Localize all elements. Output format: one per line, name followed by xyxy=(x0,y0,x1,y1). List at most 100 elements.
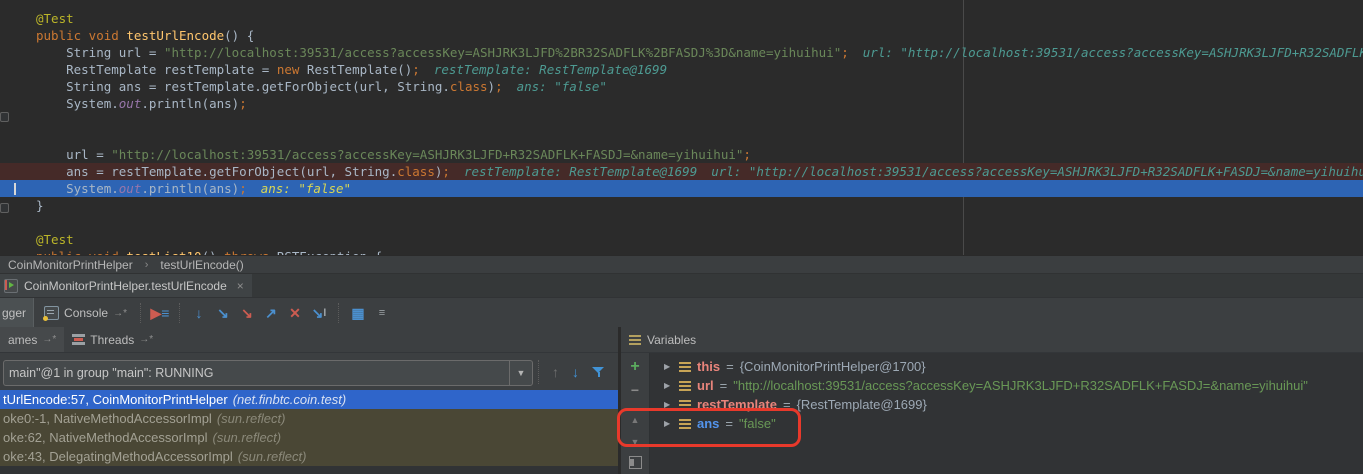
remove-watch-icon[interactable]: − xyxy=(621,382,649,398)
close-icon[interactable]: × xyxy=(237,279,244,293)
stack-frame-row[interactable]: oke:43, DelegatingMethodAccessorImpl(sun… xyxy=(0,447,618,466)
fold-marker-icon[interactable] xyxy=(0,112,9,122)
code-token: ans = restTemplate.getForObject(url, Str… xyxy=(66,164,397,179)
thread-selector[interactable]: main"@1 in group "main": RUNNING ▼ xyxy=(3,360,533,386)
breadcrumb-separator-icon: › xyxy=(145,259,149,271)
tab-threads[interactable]: Threads →* xyxy=(64,327,161,352)
expand-arrow-icon[interactable]: ▶ xyxy=(664,362,673,371)
code-line[interactable]: System.out.println(ans); xyxy=(0,95,1363,112)
layout-settings-icon[interactable]: ≡ xyxy=(370,301,394,325)
toolbar-separator xyxy=(538,360,539,384)
show-execution-point-icon[interactable]: ▶≡ xyxy=(148,301,172,325)
frame-location: oke:62, NativeMethodAccessorImpl xyxy=(3,430,207,445)
stack-frame-row[interactable]: tUrlEncode:57, CoinMonitorPrintHelper(ne… xyxy=(0,390,618,409)
code-token: String url = xyxy=(66,45,164,60)
threads-tab-label: Threads xyxy=(90,333,134,347)
step-over-icon[interactable]: ↓ xyxy=(187,301,211,325)
add-watch-icon[interactable]: + xyxy=(621,358,649,376)
code-token: out xyxy=(119,181,142,196)
tab-frames[interactable]: ames →* xyxy=(0,327,64,352)
code-token: .println(ans) xyxy=(141,181,239,196)
drop-frame-icon[interactable]: ✕ xyxy=(283,301,307,325)
code-line[interactable]: RestTemplate restTemplate = new RestTemp… xyxy=(0,61,1363,78)
evaluate-expression-icon[interactable]: ▦ xyxy=(346,301,370,325)
code-token: throws xyxy=(224,249,269,255)
equals-sign: = xyxy=(720,378,728,393)
variable-name: ans xyxy=(697,416,719,431)
code-line[interactable]: @Test xyxy=(0,10,1363,27)
code-line[interactable]: @Test xyxy=(0,231,1363,248)
tab-console[interactable]: Console →* xyxy=(34,306,133,320)
tab-debugger[interactable]: gger xyxy=(0,298,34,328)
code-token: RestTemplate() xyxy=(299,62,412,77)
code-token: () xyxy=(202,249,225,255)
frame-location: oke:43, DelegatingMethodAccessorImpl xyxy=(3,449,233,464)
stack-frame-row[interactable]: oke0:-1, NativeMethodAccessorImpl(sun.re… xyxy=(0,409,618,428)
code-token: ; xyxy=(412,62,420,77)
variable-row[interactable]: ▶restTemplate={RestTemplate@1699} xyxy=(650,395,1363,414)
hide-frames-filter-icon[interactable] xyxy=(592,366,605,379)
code-token: @Test xyxy=(36,232,74,247)
variable-icon xyxy=(679,400,691,410)
expand-arrow-icon[interactable]: ▶ xyxy=(664,381,673,390)
variable-row[interactable]: ▶url="http://localhost:39531/access?acce… xyxy=(650,376,1363,395)
frame-package: (sun.reflect) xyxy=(217,411,286,426)
code-token: class xyxy=(397,164,435,179)
code-editor[interactable]: @Testpublic void testUrlEncode() {String… xyxy=(0,0,1363,255)
code-line[interactable]: url = "http://localhost:39531/access?acc… xyxy=(0,146,1363,163)
chevron-down-icon[interactable]: ▼ xyxy=(509,361,532,385)
expand-arrow-icon[interactable]: ▶ xyxy=(664,419,673,428)
frame-up-icon[interactable]: ↑ xyxy=(552,364,559,380)
variable-row[interactable]: ▶ans="false" xyxy=(650,414,1363,433)
toolbar-separator xyxy=(338,303,339,323)
run-to-cursor-icon[interactable]: ↘I xyxy=(307,301,331,325)
code-token: new xyxy=(277,62,300,77)
frames-tab-label: ames xyxy=(8,333,37,347)
equals-sign: = xyxy=(725,416,733,431)
debug-config-icon xyxy=(4,279,18,293)
variable-icon xyxy=(679,362,691,372)
ide-window: @Testpublic void testUrlEncode() {String… xyxy=(0,0,1363,474)
tab-pin-icon: →* xyxy=(42,334,56,345)
step-out-icon[interactable]: ↗ xyxy=(259,301,283,325)
tab-debug-session[interactable]: CoinMonitorPrintHelper.testUrlEncode × xyxy=(0,274,252,298)
expand-arrow-icon[interactable]: ▶ xyxy=(664,400,673,409)
code-line[interactable]: public void testList10() throws RSTExcep… xyxy=(0,248,1363,255)
breadcrumb-class[interactable]: CoinMonitorPrintHelper xyxy=(8,258,133,272)
equals-sign: = xyxy=(726,359,734,374)
code-token: ; xyxy=(239,181,247,196)
toolbar-separator xyxy=(179,303,180,323)
inline-debug-hint: url: "http://localhost:39531/access?acce… xyxy=(863,45,1363,60)
breadcrumb: CoinMonitorPrintHelper › testUrlEncode() xyxy=(0,255,1363,274)
inline-debug-hint: restTemplate: RestTemplate@1699 xyxy=(464,164,697,179)
code-token: .println(ans) xyxy=(141,96,239,111)
frame-down-icon[interactable]: ↓ xyxy=(572,364,579,380)
breadcrumb-method[interactable]: testUrlEncode() xyxy=(160,258,243,272)
variable-row[interactable]: ▶this={CoinMonitorPrintHelper@1700} xyxy=(650,357,1363,376)
variable-icon xyxy=(679,381,691,391)
stack-frame-row[interactable]: oke:62, NativeMethodAccessorImpl(sun.ref… xyxy=(0,428,618,447)
variables-tree[interactable]: ▶this={CoinMonitorPrintHelper@1700}▶url=… xyxy=(650,353,1363,474)
variable-value: "http://localhost:39531/access?accessKey… xyxy=(733,378,1308,393)
code-token: "http://localhost:39531/access?accessKey… xyxy=(111,147,743,162)
restore-layout-icon[interactable] xyxy=(621,456,649,469)
code-line[interactable]: System.out.println(ans);ans: "false" xyxy=(0,180,1363,197)
code-token: ) xyxy=(488,79,496,94)
code-token: ; xyxy=(442,164,450,179)
move-watch-down-icon[interactable]: ▼ xyxy=(621,437,649,447)
step-into-icon[interactable]: ↘ xyxy=(211,301,235,325)
move-watch-up-icon[interactable]: ▲ xyxy=(621,415,649,425)
code-line[interactable]: String ans = restTemplate.getForObject(u… xyxy=(0,78,1363,95)
code-line[interactable]: ans = restTemplate.getForObject(url, Str… xyxy=(0,163,1363,180)
variable-name: restTemplate xyxy=(697,397,777,412)
variable-value: {RestTemplate@1699} xyxy=(797,397,927,412)
console-tab-label: Console xyxy=(64,306,108,320)
stack-frames-list[interactable]: tUrlEncode:57, CoinMonitorPrintHelper(ne… xyxy=(0,390,618,474)
fold-marker-icon[interactable] xyxy=(0,203,9,213)
console-icon xyxy=(44,306,59,320)
force-step-into-icon[interactable]: ↘ xyxy=(235,301,259,325)
execution-gutter-tick xyxy=(14,183,16,195)
code-line[interactable]: String url = "http://localhost:39531/acc… xyxy=(0,44,1363,61)
code-line[interactable]: public void testUrlEncode() { xyxy=(0,27,1363,44)
code-line[interactable]: } xyxy=(0,197,1363,214)
